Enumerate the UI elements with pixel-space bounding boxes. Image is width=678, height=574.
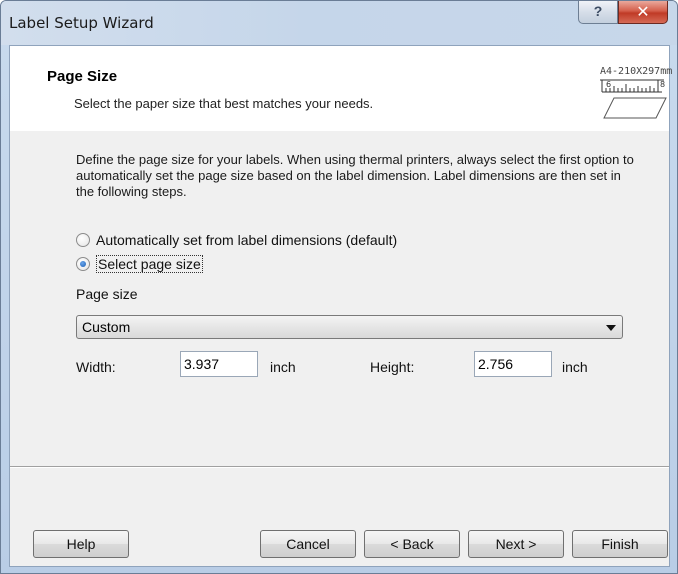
back-button[interactable]: < Back: [364, 530, 460, 558]
window-title: Label Setup Wizard: [9, 14, 154, 32]
svg-text:6: 6: [606, 80, 611, 89]
page-size-selected: Custom: [82, 319, 131, 335]
description-text: Define the page size for your labels. Wh…: [76, 152, 634, 199]
height-label: Height:: [370, 359, 415, 375]
page-subtitle: Select the paper size that best matches …: [74, 96, 374, 111]
cancel-button[interactable]: Cancel: [260, 530, 356, 558]
footer-divider: [10, 466, 669, 468]
radio-select-page-size[interactable]: Select page size: [76, 255, 203, 273]
page-title: Page Size: [47, 68, 118, 85]
radio-auto-button[interactable]: [76, 233, 90, 247]
wizard-header: Page Size Select the paper size that bes…: [10, 46, 672, 131]
svg-text:8: 8: [660, 80, 665, 89]
page-size-dropdown[interactable]: Custom: [76, 315, 623, 339]
width-label: Width:: [76, 359, 116, 375]
title-bar[interactable]: Label Setup Wizard ? ✕: [1, 1, 677, 45]
help-icon[interactable]: ?: [578, 1, 618, 24]
radio-auto-dimensions[interactable]: Automatically set from label dimensions …: [76, 231, 397, 249]
width-unit: inch: [270, 359, 296, 375]
help-button[interactable]: Help: [33, 530, 129, 558]
finish-button[interactable]: Finish: [572, 530, 668, 558]
next-button[interactable]: Next >: [468, 530, 564, 558]
height-unit: inch: [562, 359, 588, 375]
radio-select-button[interactable]: [76, 257, 90, 271]
paper-size-caption: A4-210X297mm: [600, 66, 673, 77]
close-icon[interactable]: ✕: [618, 1, 668, 24]
width-input[interactable]: 3.937: [180, 351, 258, 377]
wizard-window: Label Setup Wizard ? ✕ Page Size Select …: [0, 0, 678, 574]
radio-auto-label: Automatically set from label dimensions …: [96, 232, 398, 248]
paper-ruler-icon: A4-210X297mm 6 8: [600, 66, 672, 126]
height-input[interactable]: 2.756: [474, 351, 552, 377]
radio-select-label: Select page size: [96, 255, 203, 273]
chevron-down-icon[interactable]: [606, 325, 616, 331]
page-size-label: Page size: [76, 286, 138, 302]
dialog-client-area: Page Size Select the paper size that bes…: [9, 45, 672, 567]
